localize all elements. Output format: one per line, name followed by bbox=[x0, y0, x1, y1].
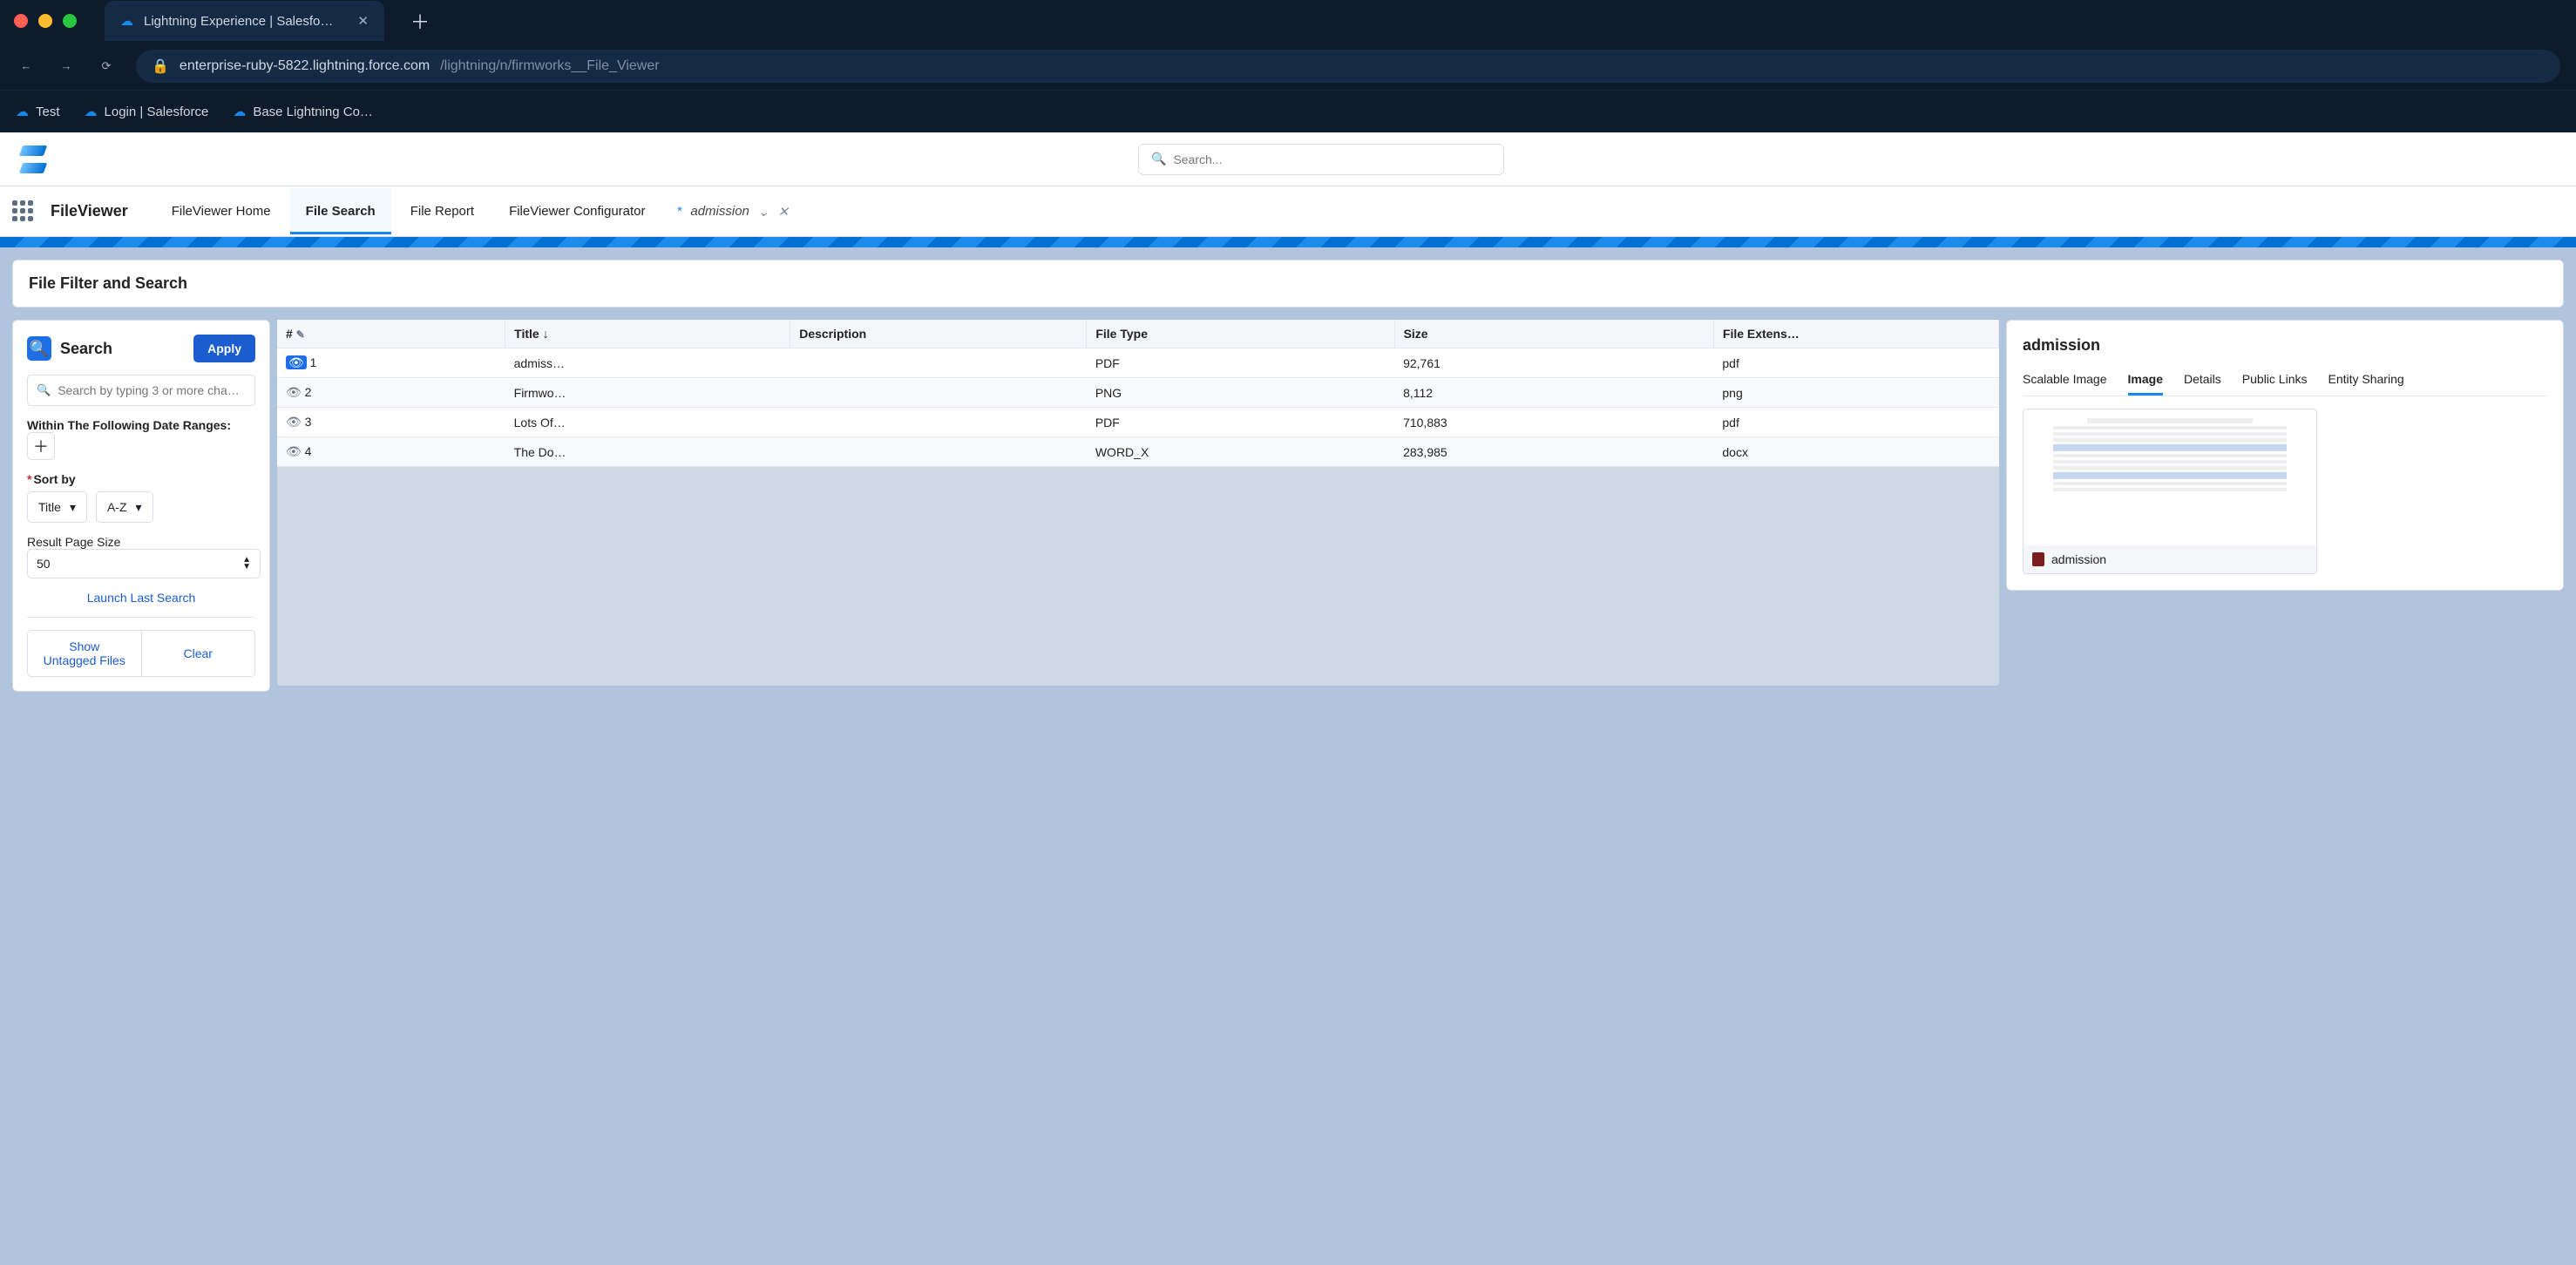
close-tab-icon[interactable]: ✕ bbox=[357, 13, 369, 29]
close-tab-icon[interactable]: ✕ bbox=[777, 204, 789, 220]
preview-tabs: Scalable Image Image Details Public Link… bbox=[2023, 365, 2547, 396]
nav-accent-bar bbox=[0, 237, 2576, 247]
preview-title: admission bbox=[2023, 336, 2547, 355]
sort-field-dropdown[interactable]: Title ▾ bbox=[27, 491, 87, 523]
preview-eye-icon[interactable]: 👁 bbox=[286, 444, 302, 458]
table-row[interactable]: 👁 4The Do…WORD_X283,985docx bbox=[277, 437, 1999, 467]
table-row[interactable]: 👁 1admiss…PDF92,761pdf bbox=[277, 348, 1999, 378]
preview-eye-icon[interactable]: 👁 bbox=[286, 385, 302, 399]
salesforce-cloud-icon: ☁ bbox=[85, 104, 98, 119]
forward-button[interactable]: → bbox=[56, 59, 77, 72]
close-window[interactable] bbox=[14, 14, 28, 28]
preview-eye-icon[interactable]: 👁 bbox=[286, 355, 307, 369]
app-context-name: FileViewer bbox=[51, 202, 128, 220]
app-nav: FileViewer FileViewer Home File Search F… bbox=[0, 186, 2576, 237]
page-size-stepper[interactable]: 50 ▲▼ bbox=[27, 549, 261, 578]
nav-item-fileviewer-home[interactable]: FileViewer Home bbox=[156, 188, 287, 234]
col-file-type[interactable]: File Type bbox=[1087, 320, 1394, 348]
preview-tab-details[interactable]: Details bbox=[2184, 365, 2221, 396]
document-preview bbox=[2024, 409, 2316, 545]
new-tab-button[interactable]: ＋ bbox=[410, 7, 430, 35]
table-row[interactable]: 👁 2Firmwo…PNG8,112png bbox=[277, 378, 1999, 408]
page-title: File Filter and Search bbox=[13, 260, 2563, 307]
page-title-card: File Filter and Search bbox=[12, 260, 2564, 308]
salesforce-cloud-icon: ☁ bbox=[120, 13, 133, 29]
workspace: 🔍 Search Apply 🔍 Within The Following Da… bbox=[12, 320, 2564, 692]
preview-eye-icon[interactable]: 👁 bbox=[286, 415, 302, 429]
chevron-down-icon: ▾ bbox=[70, 500, 76, 515]
titlebar: ☁ Lightning Experience | Salesfo… ✕ ＋ bbox=[0, 0, 2576, 42]
global-search[interactable]: 🔍 bbox=[1138, 144, 1504, 175]
search-icon: 🔍 bbox=[27, 336, 51, 361]
salesforce-cloud-icon: ☁ bbox=[233, 104, 246, 119]
launch-last-search-link[interactable]: Launch Last Search bbox=[27, 591, 255, 605]
preview-caption: admission bbox=[2051, 552, 2106, 566]
salesforce-cloud-icon: ☁ bbox=[16, 104, 29, 119]
unsaved-indicator: * bbox=[677, 204, 682, 219]
chevron-down-icon[interactable]: ⌄ bbox=[758, 204, 769, 220]
results-table: # ✎ Title ↓ Description File Type Size F… bbox=[277, 320, 1999, 467]
search-input-wrapper: 🔍 bbox=[27, 375, 255, 406]
col-title[interactable]: Title ↓ bbox=[505, 320, 790, 348]
bookmark-item[interactable]: ☁ Login | Salesforce bbox=[85, 104, 209, 119]
maximize-window[interactable] bbox=[63, 14, 77, 28]
search-input[interactable] bbox=[58, 383, 246, 397]
date-ranges-label: Within The Following Date Ranges: bbox=[27, 418, 255, 432]
bookmark-item[interactable]: ☁ Base Lightning Co… bbox=[233, 104, 373, 119]
search-panel: 🔍 Search Apply 🔍 Within The Following Da… bbox=[12, 320, 270, 692]
page-size-label: Result Page Size bbox=[27, 535, 255, 549]
show-untagged-button[interactable]: Show Untagged Files bbox=[28, 631, 142, 676]
window-controls bbox=[14, 14, 77, 28]
bookmarks-bar: ☁ Test ☁ Login | Salesforce ☁ Base Light… bbox=[0, 91, 2576, 132]
table-row[interactable]: 👁 3Lots Of…PDF710,883pdf bbox=[277, 408, 1999, 437]
preview-tab-scalable-image[interactable]: Scalable Image bbox=[2023, 365, 2107, 396]
chevron-down-icon: ▾ bbox=[136, 500, 142, 515]
col-extension[interactable]: File Extens… bbox=[1713, 320, 1998, 348]
app-logo bbox=[12, 139, 54, 180]
sort-by-label: Sort by bbox=[27, 472, 255, 486]
search-heading: Search bbox=[60, 340, 112, 358]
clear-button[interactable]: Clear bbox=[142, 631, 255, 676]
url-input[interactable]: 🔒 enterprise-ruby-5822.lightning.force.c… bbox=[136, 50, 2560, 83]
lock-icon: 🔒 bbox=[152, 58, 169, 75]
nav-item-file-report[interactable]: File Report bbox=[395, 188, 490, 234]
edit-icon[interactable]: ✎ bbox=[296, 328, 305, 341]
preview-tab-entity-sharing[interactable]: Entity Sharing bbox=[2328, 365, 2403, 396]
stepper-arrows[interactable]: ▲▼ bbox=[242, 557, 251, 571]
nav-item-file-search[interactable]: File Search bbox=[290, 188, 391, 234]
workspace-tab-admission[interactable]: * admission ⌄ ✕ bbox=[665, 204, 802, 220]
global-search-input[interactable] bbox=[1173, 152, 1491, 166]
page-body: File Filter and Search 🔍 Search Apply 🔍 … bbox=[0, 247, 2576, 704]
tab-title: Lightning Experience | Salesfo… bbox=[144, 14, 333, 29]
nav-item-fileviewer-config[interactable]: FileViewer Configurator bbox=[493, 188, 661, 234]
global-header: 🔍 bbox=[0, 132, 2576, 186]
back-button[interactable]: ← bbox=[16, 59, 37, 72]
results-table-wrap: # ✎ Title ↓ Description File Type Size F… bbox=[277, 320, 1999, 686]
url-host: enterprise-ruby-5822.lightning.force.com bbox=[180, 58, 430, 74]
search-icon: 🔍 bbox=[37, 383, 51, 397]
add-date-range-button[interactable]: ＋ bbox=[27, 432, 55, 460]
preview-tab-public-links[interactable]: Public Links bbox=[2242, 365, 2308, 396]
col-number[interactable]: # ✎ bbox=[277, 320, 505, 348]
col-description[interactable]: Description bbox=[790, 320, 1087, 348]
address-bar: ← → ⟳ 🔒 enterprise-ruby-5822.lightning.f… bbox=[0, 42, 2576, 91]
panel-footer-buttons: Show Untagged Files Clear bbox=[27, 630, 255, 677]
sort-direction-dropdown[interactable]: A-Z ▾ bbox=[96, 491, 153, 523]
bookmark-item[interactable]: ☁ Test bbox=[16, 104, 60, 119]
pdf-icon bbox=[2032, 552, 2044, 566]
apply-button[interactable]: Apply bbox=[193, 335, 255, 362]
browser-tab[interactable]: ☁ Lightning Experience | Salesfo… ✕ bbox=[105, 1, 384, 41]
minimize-window[interactable] bbox=[38, 14, 52, 28]
browser-chrome: ☁ Lightning Experience | Salesfo… ✕ ＋ ← … bbox=[0, 0, 2576, 132]
url-path: /lightning/n/firmworks__File_Viewer bbox=[440, 58, 659, 74]
sort-desc-icon: ↓ bbox=[543, 327, 549, 341]
app-launcher-icon[interactable] bbox=[12, 200, 35, 223]
reload-button[interactable]: ⟳ bbox=[96, 59, 117, 73]
preview-tab-image[interactable]: Image bbox=[2128, 365, 2163, 396]
preview-panel: admission Scalable Image Image Details P… bbox=[2006, 320, 2564, 591]
preview-thumbnail[interactable]: admission bbox=[2023, 409, 2317, 574]
col-size[interactable]: Size bbox=[1394, 320, 1713, 348]
search-icon: 🔍 bbox=[1151, 152, 1166, 166]
